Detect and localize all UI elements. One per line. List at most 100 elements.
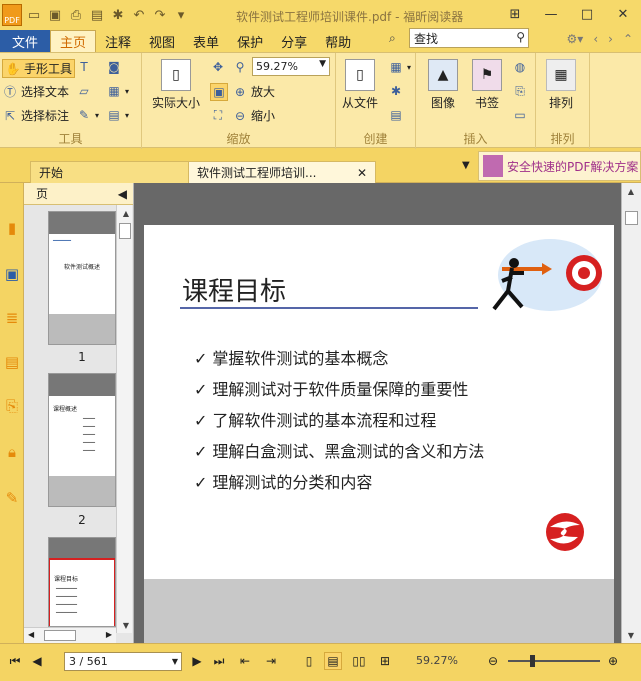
tab-home[interactable]: 主页: [50, 30, 97, 52]
properties-icon[interactable]: ▤: [88, 6, 106, 24]
signatures-panel-icon[interactable]: ✎: [1, 487, 23, 509]
document-view[interactable]: 课程目标 ✓ 掌握软件测试的基本概念 ✓ 理解测试对于软件质量保障的重要性 ✓ 了解软…: [134, 183, 621, 643]
tab-view[interactable]: 视图: [140, 30, 184, 52]
select-text-button[interactable]: Ⓣ 选择文本: [2, 83, 69, 100]
thumbnail-scrollbar[interactable]: ▲ ▼: [116, 205, 132, 633]
find-options-icon[interactable]: ⌕: [389, 31, 407, 49]
tab-help[interactable]: 帮助: [316, 30, 360, 52]
tab-protect[interactable]: 保护: [228, 30, 272, 52]
snapshot-button[interactable]: ◙: [106, 59, 122, 75]
single-page-view-icon[interactable]: ▯: [300, 652, 318, 670]
next-page-icon[interactable]: ▶: [188, 652, 206, 670]
continuous-facing-view-icon[interactable]: ⊞: [376, 652, 394, 670]
previous-page-icon[interactable]: ◀: [28, 652, 46, 670]
maximize-icon[interactable]: □: [569, 0, 605, 28]
promo-banner[interactable]: 安全快速的PDF解决方案: [478, 151, 641, 181]
fit-visible-button[interactable]: ⛶: [210, 107, 226, 123]
arrange-button[interactable]: ▦ 排列: [546, 59, 576, 111]
zoom-tool-button[interactable]: ⚲: [232, 59, 248, 75]
collapse-ribbon-icon[interactable]: ⌃: [623, 32, 633, 46]
zoom-slider[interactable]: [508, 655, 600, 667]
next-view-icon[interactable]: ⇥: [262, 652, 280, 670]
pen-button[interactable]: ✎ ▾: [76, 107, 99, 123]
insert-image-button[interactable]: ▲ 图像: [428, 59, 458, 111]
thumbnail-scroll-thumb[interactable]: [119, 223, 131, 239]
insert-attachment-button[interactable]: ⎘: [512, 83, 528, 99]
create-options-button[interactable]: ▦ ▾: [388, 59, 411, 75]
scroll-up-icon[interactable]: ▲: [622, 183, 640, 199]
insert-link-button[interactable]: ◍: [512, 59, 528, 75]
collapse-panel-icon[interactable]: ◀: [118, 187, 127, 201]
new-icon[interactable]: ✱: [109, 6, 127, 24]
image-icon: ▲: [428, 59, 458, 91]
blank-page-button[interactable]: ✱: [388, 83, 404, 99]
page-thumbnail-2[interactable]: 课程概述 ━━━━ ━━━━ ━━━━ ━━━━ ━━━━: [48, 373, 116, 507]
fit-width-button[interactable]: ▣: [210, 83, 228, 101]
security-panel-icon[interactable]: 🔒︎: [1, 441, 23, 463]
tab-current-document[interactable]: 软件测试工程师培训... ✕: [188, 161, 376, 183]
save-icon[interactable]: ▣: [46, 6, 64, 24]
zoom-level-select[interactable]: 59.27% ▼: [252, 57, 330, 76]
scroll-right-icon[interactable]: ▶: [106, 630, 112, 639]
zoom-in-status-icon[interactable]: ⊕: [604, 652, 622, 670]
page-number-input[interactable]: 3 / 561 ▼: [64, 652, 182, 671]
tab-list-chevron-icon[interactable]: ▼: [462, 160, 470, 171]
thumbnail-horizontal-scrollbar[interactable]: ◀ ▶: [24, 627, 116, 643]
hand-tool-button[interactable]: ✋ 手形工具: [2, 59, 76, 78]
scroll-down-icon[interactable]: ▼: [117, 617, 135, 633]
pages-panel-icon[interactable]: ▣: [1, 263, 23, 285]
comments-panel-icon[interactable]: ▤: [1, 351, 23, 373]
scroll-down-icon[interactable]: ▼: [622, 627, 640, 643]
scroll-left-icon[interactable]: ◀: [28, 630, 34, 639]
zoom-out-button[interactable]: ⊖ 缩小: [232, 107, 275, 124]
search-icon[interactable]: ⚲: [516, 30, 525, 44]
insert-video-button[interactable]: ▭: [512, 107, 528, 123]
zoom-slider-knob[interactable]: [530, 655, 535, 667]
select-annotation-button[interactable]: ⇱ 选择标注: [2, 107, 69, 124]
scanner-button[interactable]: ▤: [388, 107, 404, 123]
open-folder-icon[interactable]: ▭: [25, 6, 43, 24]
bookmarks-panel-icon[interactable]: ▮: [1, 217, 23, 239]
extract-button[interactable]: ▤ ▾: [106, 107, 129, 123]
page-thumbnail-1[interactable]: ━━━━━━ 软件测试概述: [48, 211, 116, 345]
zoom-in-button[interactable]: ⊕ 放大: [232, 83, 275, 100]
print-icon[interactable]: ⎙: [67, 6, 85, 24]
document-scroll-thumb[interactable]: [625, 211, 638, 225]
menu-file[interactable]: 文件: [0, 30, 50, 52]
facing-view-icon[interactable]: ▯▯: [350, 652, 368, 670]
settings-gear-icon[interactable]: ⚙▾: [567, 32, 584, 46]
scroll-up-icon[interactable]: ▲: [117, 205, 135, 221]
actual-size-button[interactable]: ▯ 实际大小: [152, 59, 200, 111]
tab-start[interactable]: 开始: [30, 161, 190, 183]
first-page-icon[interactable]: ⏮: [6, 652, 24, 670]
select-text-icon: Ⓣ: [3, 85, 16, 99]
layers-panel-icon[interactable]: ≣: [1, 307, 23, 329]
comment-button[interactable]: ▱: [76, 83, 92, 99]
document-scrollbar[interactable]: ▲ ▼: [621, 183, 641, 643]
from-file-button[interactable]: ▯ 从文件: [342, 59, 378, 111]
tab-share[interactable]: 分享: [272, 30, 316, 52]
page-thumbnail-3[interactable]: 课程目标 ━━━━━━━ ━━━━━━━ ━━━━━━━ ━━━━━━━: [48, 537, 116, 627]
paste-button[interactable]: ▦ ▾: [106, 83, 129, 99]
redo-icon[interactable]: ↷: [151, 6, 169, 24]
back-arrow-icon[interactable]: ‹: [593, 32, 598, 46]
minimize-icon[interactable]: —: [533, 0, 569, 28]
tab-form[interactable]: 表单: [184, 30, 228, 52]
thumbnail-hscroll-thumb[interactable]: [44, 630, 76, 641]
customize-chevron-icon[interactable]: ▾: [172, 6, 190, 24]
close-icon[interactable]: ✕: [605, 0, 641, 28]
zoom-out-status-icon[interactable]: ⊖: [484, 652, 502, 670]
tab-comment[interactable]: 注释: [96, 30, 140, 52]
fit-page-button[interactable]: ✥: [210, 59, 226, 75]
undo-icon[interactable]: ↶: [130, 6, 148, 24]
insert-bookmark-button[interactable]: ⚑ 书签: [472, 59, 502, 111]
search-input[interactable]: 查找 ⚲: [409, 28, 529, 48]
typewriter-button[interactable]: T: [76, 59, 92, 75]
forward-arrow-icon[interactable]: ›: [608, 32, 613, 46]
last-page-icon[interactable]: ⏭: [210, 652, 228, 670]
close-tab-icon[interactable]: ✕: [357, 166, 367, 180]
continuous-view-icon[interactable]: ▤: [324, 652, 342, 670]
attachments-panel-icon[interactable]: ⎘: [1, 395, 23, 417]
restore-layout-icon[interactable]: ⊞: [497, 0, 533, 28]
previous-view-icon[interactable]: ⇤: [236, 652, 254, 670]
